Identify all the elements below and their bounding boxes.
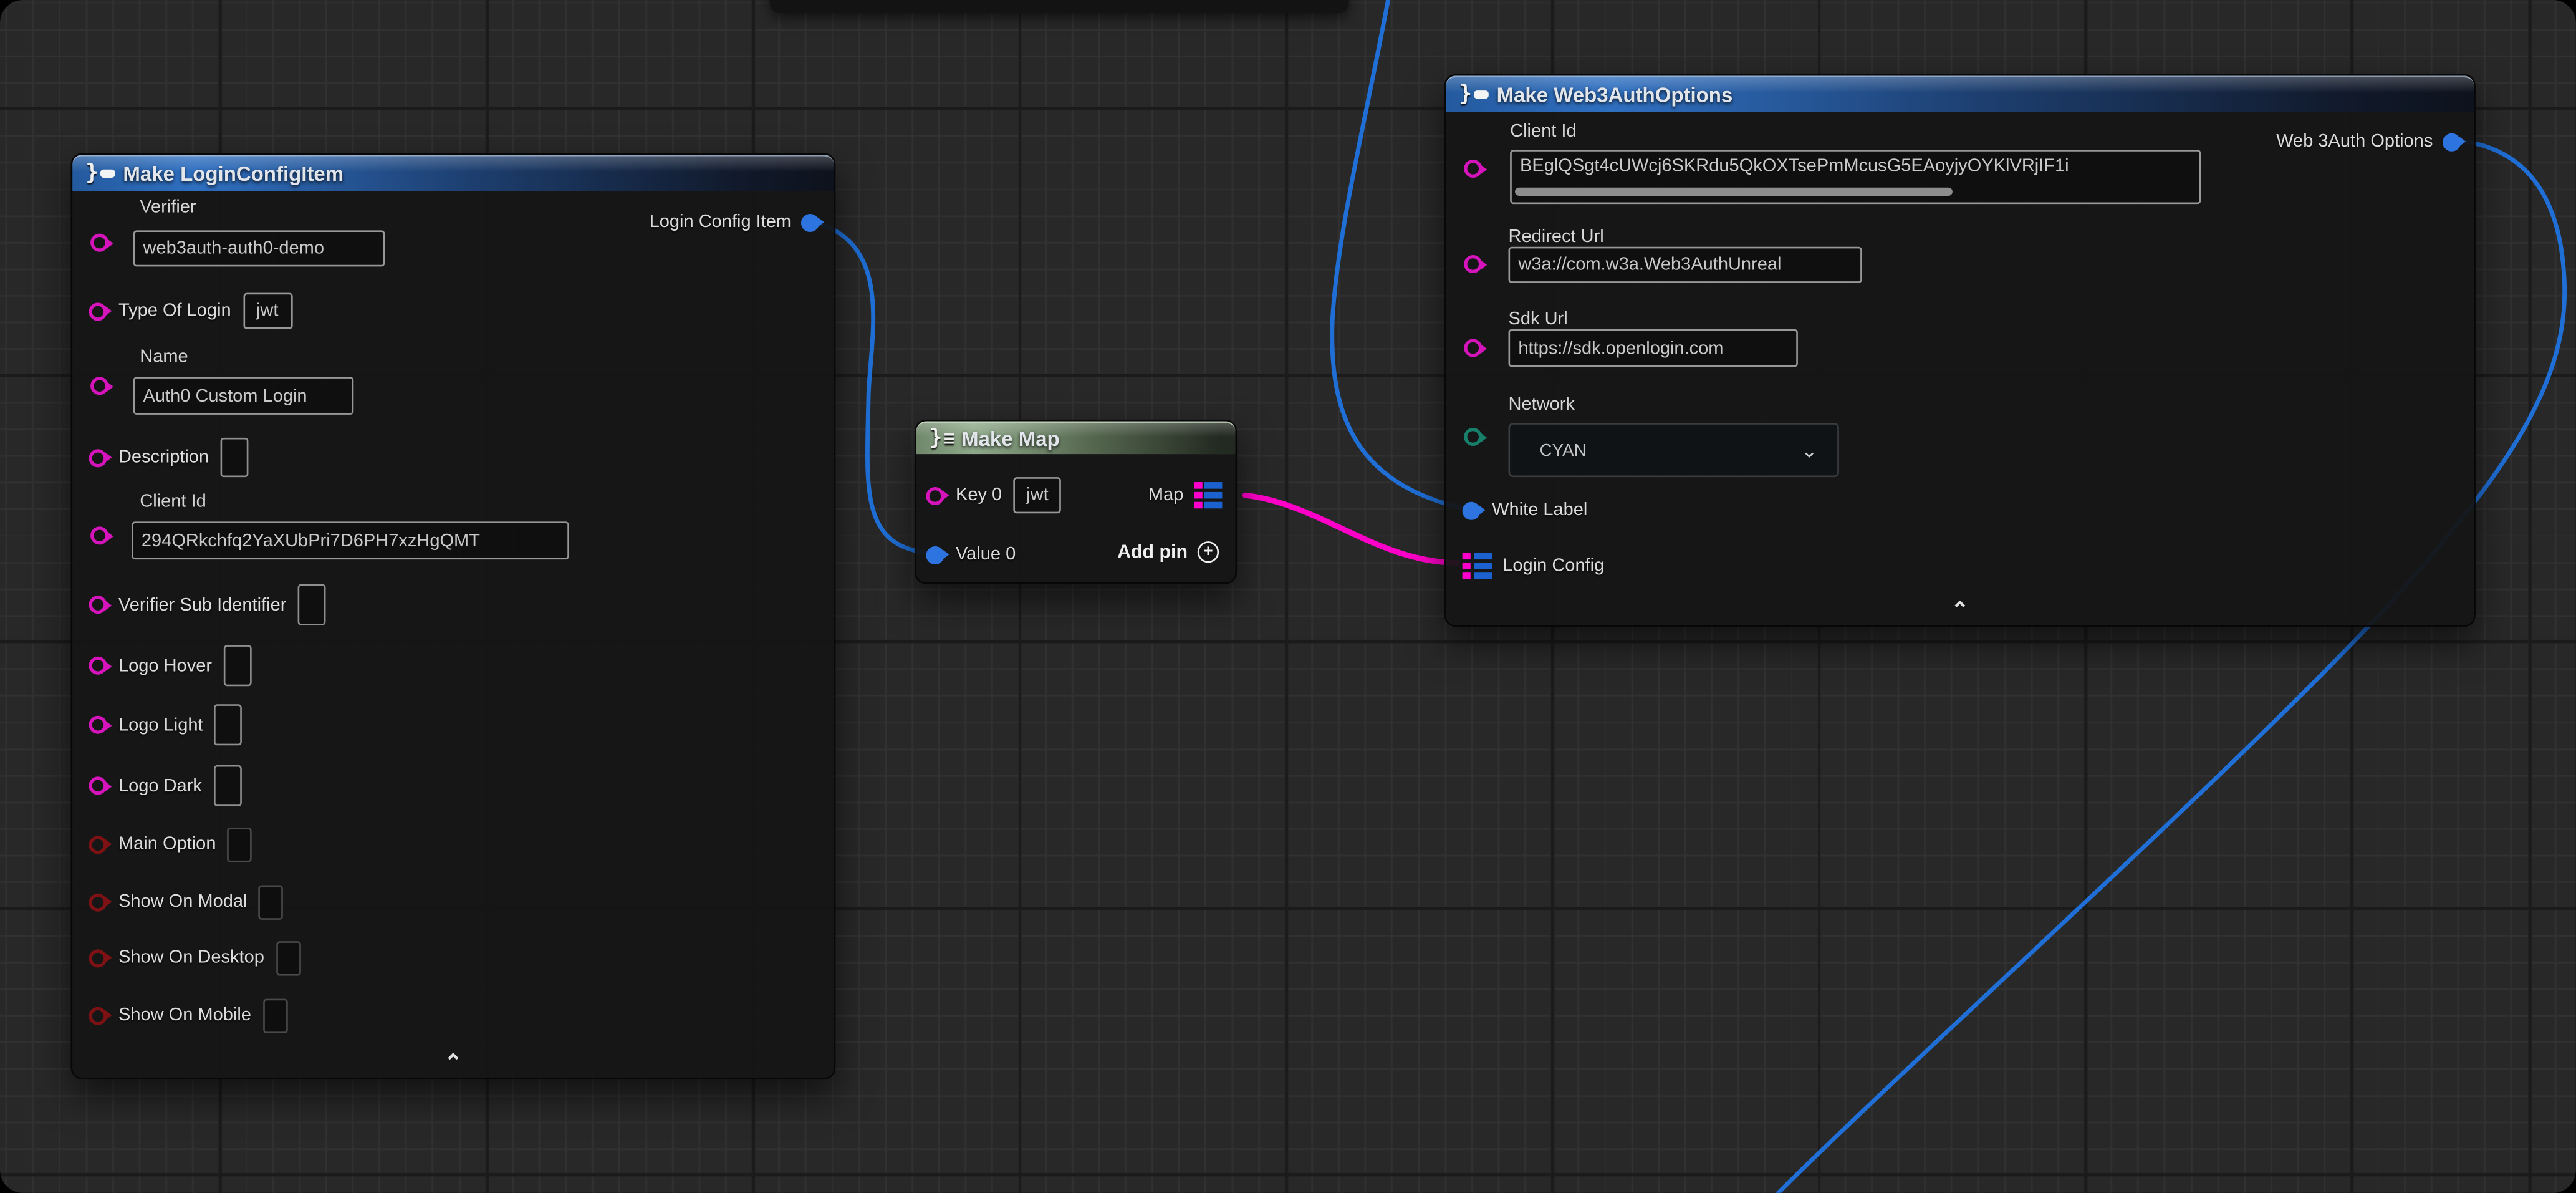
pin-label-value-0: Value 0 <box>956 544 1016 564</box>
add-pin-button[interactable]: Add pin + <box>1117 541 1219 563</box>
checkbox-show-on-mobile[interactable] <box>262 998 287 1032</box>
node-title: Make Map <box>961 427 1060 450</box>
pin-label-verifier: Verifier <box>140 198 196 218</box>
output-pin-web3auth-options[interactable] <box>2443 132 2461 150</box>
input-type-of-login[interactable]: jwt <box>243 293 292 329</box>
pin-label-show-on-desktop: Show On Desktop <box>118 948 264 968</box>
input-verifier-sub-identifier[interactable] <box>298 584 326 625</box>
pin-verifier[interactable] <box>90 234 108 252</box>
input-logo-hover[interactable] <box>224 645 252 686</box>
pin-logo-light[interactable] <box>89 716 107 734</box>
pin-label-sdk-url: Sdk Url <box>1509 309 1568 329</box>
client-id-scrollbar[interactable] <box>1515 188 1953 196</box>
pin-redirect-url[interactable] <box>1464 255 1482 273</box>
pin-label-type-of-login: Type Of Login <box>118 301 231 321</box>
pin-label-main-option: Main Option <box>118 834 216 854</box>
input-key-0[interactable]: jwt <box>1014 477 1062 513</box>
node-header-make-login-config-item[interactable]: } Make LoginConfigItem <box>72 155 834 191</box>
pin-main-option[interactable] <box>89 835 107 853</box>
pin-label-client-id: Client Id <box>140 492 206 512</box>
pin-label-logo-light: Logo Light <box>118 715 203 735</box>
pin-logo-hover[interactable] <box>89 657 107 675</box>
pin-description[interactable] <box>89 448 107 466</box>
offscreen-node-partial <box>770 0 1349 13</box>
input-verifier[interactable]: web3auth-auth0-demo <box>133 230 385 266</box>
blueprint-canvas[interactable]: } Make LoginConfigItem Login Config Item… <box>0 0 2576 1193</box>
pin-verifier-sub-identifier[interactable] <box>89 596 107 614</box>
collapse-node-button[interactable]: ⌃ <box>445 1055 463 1071</box>
pin-label-key-0: Key 0 <box>956 485 1002 505</box>
input-sdk-url[interactable]: https://sdk.openlogin.com <box>1509 329 1798 367</box>
input-redirect-url[interactable]: w3a://com.w3a.Web3AuthUnreal <box>1509 247 1862 283</box>
collapse-node-button[interactable]: ⌃ <box>1951 602 1969 619</box>
pin-label-client-id: Client Id <box>1510 122 1576 142</box>
pin-label-show-on-mobile: Show On Mobile <box>118 1005 251 1025</box>
pin-show-on-modal[interactable] <box>89 892 107 910</box>
pin-show-on-mobile[interactable] <box>89 1006 107 1024</box>
blueprint-stage: } Make LoginConfigItem Login Config Item… <box>0 0 2576 1193</box>
input-client-id[interactable]: BEglQSgt4cUWcj6SKRdu5QkOXTsePmMcusG5EAoy… <box>1510 150 2201 204</box>
pin-label-description: Description <box>118 448 209 468</box>
input-name[interactable]: Auth0 Custom Login <box>133 377 354 415</box>
node-header-make-web3auth-options[interactable]: } Make Web3AuthOptions <box>1446 75 2474 112</box>
pin-client-id[interactable] <box>1464 160 1482 178</box>
make-struct-icon: } <box>85 162 115 186</box>
pin-label-show-on-modal: Show On Modal <box>118 892 248 912</box>
add-pin-plus-icon: + <box>1198 541 1219 563</box>
node-make-web3auth-options[interactable]: } Make Web3AuthOptions Web 3Auth Options… <box>1444 74 2476 627</box>
checkbox-main-option[interactable] <box>228 827 252 861</box>
pin-label-logo-dark: Logo Dark <box>118 776 202 796</box>
pin-label-login-config: Login Config <box>1502 556 1604 576</box>
pin-sdk-url[interactable] <box>1464 339 1482 357</box>
chevron-down-icon: ⌄ <box>1801 438 1818 461</box>
output-pin-map[interactable] <box>1193 481 1222 509</box>
make-map-icon: }≡ <box>930 426 953 451</box>
network-dropdown[interactable]: CYAN ⌄ <box>1509 423 1839 477</box>
make-struct-icon: } <box>1459 82 1488 107</box>
node-title: Make LoginConfigItem <box>123 162 344 185</box>
node-make-map[interactable]: }≡ Make Map Key 0 jwt Map <box>915 420 1237 584</box>
node-header-make-map[interactable]: }≡ Make Map <box>916 421 1236 454</box>
output-pin-label-map: Map <box>1148 485 1183 505</box>
pin-network[interactable] <box>1464 428 1482 446</box>
output-pin-login-config-item[interactable] <box>801 213 819 231</box>
input-logo-light[interactable] <box>214 704 243 745</box>
pin-label-network: Network <box>1509 395 1575 415</box>
node-make-login-config-item[interactable]: } Make LoginConfigItem Login Config Item… <box>70 153 835 1079</box>
pin-label-verifier-sub-identifier: Verifier Sub Identifier <box>118 595 286 615</box>
node-title: Make Web3AuthOptions <box>1497 83 1733 106</box>
checkbox-show-on-desktop[interactable] <box>276 940 300 975</box>
pin-login-config[interactable] <box>1463 553 1491 580</box>
pin-logo-dark[interactable] <box>89 776 107 795</box>
input-client-id[interactable]: 294QRkchfq2YaXUbPri7D6PH7xzHgQMT <box>132 521 569 559</box>
input-description[interactable] <box>221 438 249 477</box>
output-pin-label: Login Config Item <box>650 212 791 232</box>
checkbox-show-on-modal[interactable] <box>259 884 284 919</box>
pin-key-0[interactable] <box>926 486 944 505</box>
input-logo-dark[interactable] <box>213 765 241 806</box>
pin-white-label[interactable] <box>1463 501 1481 519</box>
wire-map-to-login-config[interactable] <box>1245 495 1457 563</box>
pin-name[interactable] <box>90 377 108 395</box>
pin-label-redirect-url: Redirect Url <box>1509 227 1604 247</box>
output-pin-label: Web 3Auth Options <box>2276 132 2433 152</box>
pin-value-0[interactable] <box>926 546 944 564</box>
pin-label-name: Name <box>140 347 188 367</box>
pin-show-on-desktop[interactable] <box>89 949 107 967</box>
pin-client-id[interactable] <box>90 526 108 544</box>
pin-type-of-login[interactable] <box>89 302 107 320</box>
pin-label-white-label: White Label <box>1492 500 1587 520</box>
pin-label-logo-hover: Logo Hover <box>118 655 212 675</box>
